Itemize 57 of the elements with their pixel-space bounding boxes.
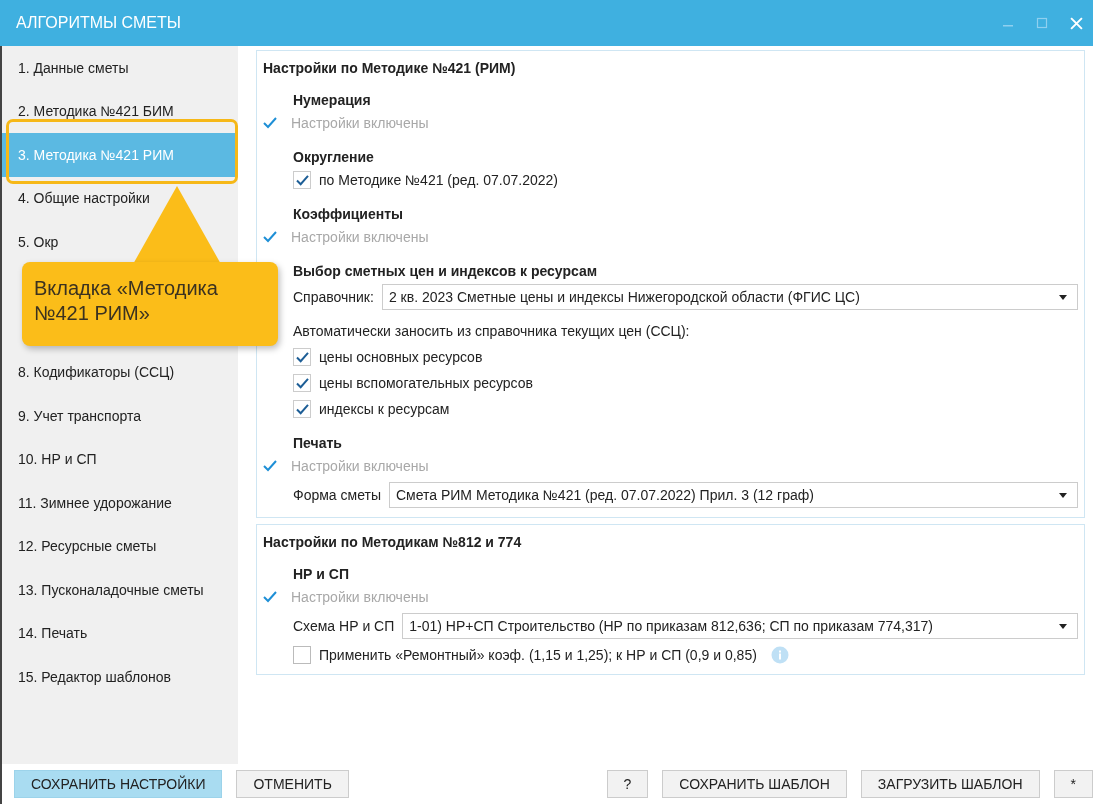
sidebar-item[interactable]: 10. НР и СП	[2, 437, 238, 481]
sidebar-item[interactable]: 1. Данные сметы	[2, 46, 238, 90]
description-text: Автоматически заносить из справочника текущих цен (ССЦ):	[293, 323, 690, 339]
footer-button[interactable]: СОХРАНИТЬ НАСТРОЙКИ	[14, 770, 223, 798]
check-icon	[263, 231, 277, 243]
caret-icon	[1059, 492, 1067, 498]
sidebar-item[interactable]: 15. Редактор шаблонов	[2, 655, 238, 699]
group-heading: Печать	[293, 434, 343, 453]
checkbox[interactable]	[293, 171, 311, 189]
group-heading: Коэффициенты	[293, 205, 405, 224]
sidebar-item[interactable]: 2. Методика №421 БИМ	[2, 89, 238, 133]
checkbox-label: Применить «Ремонтный» коэф. (1,15 и 1,25); к НР и СП (0,9 и 0,85)	[319, 647, 757, 663]
caret-icon	[1059, 623, 1067, 629]
caret-icon	[1059, 294, 1067, 300]
dropdown[interactable]: 1-01) НР+СП Строительство (НР по приказам 812,636; СП по приказам 774,317)	[402, 613, 1078, 639]
dropdown[interactable]: Смета РИМ Методика №421 (ред. 07.07.2022) Прил. 3 (12 граф)	[388, 482, 1078, 508]
close-icon[interactable]	[1070, 16, 1083, 30]
footer-button[interactable]: СОХРАНИТЬ ШАБЛОН	[662, 770, 847, 798]
info-icon[interactable]	[770, 646, 789, 664]
group-heading: Нумерация	[293, 91, 372, 110]
panel-title: Настройки по Методикам №812 и 774	[263, 533, 523, 552]
footer-button[interactable]: ЗАГРУЗИТЬ ШАБЛОН	[860, 770, 1040, 798]
checkbox-label: индексы к ресурсам	[319, 401, 450, 417]
checkbox-label: цены основных ресурсов	[319, 349, 483, 365]
checkbox[interactable]	[293, 646, 311, 664]
checkbox[interactable]	[293, 374, 311, 392]
footer-button[interactable]: *	[1053, 770, 1093, 798]
footer-button[interactable]: ОТМЕНИТЬ	[236, 770, 349, 798]
sidebar-item[interactable]: 8. Кодификаторы (ССЦ)	[2, 350, 238, 394]
field-label: Справочник:	[293, 289, 374, 305]
group-heading: Округление	[293, 148, 375, 167]
panel-title: Настройки по Методике №421 (РИМ)	[263, 59, 517, 78]
maximize-icon[interactable]	[1036, 17, 1048, 29]
group-heading: Выбор сметных цен и индексов к ресурсам	[293, 262, 599, 281]
window-title: АЛГОРИТМЫ СМЕТЫ	[16, 14, 181, 32]
dropdown[interactable]: 2 кв. 2023 Сметные цены и индексы Нижегородской области (ФГИС ЦС)	[381, 284, 1078, 310]
status-text: Настройки включены	[291, 589, 429, 605]
checkbox-label: по Методике №421 (ред. 07.07.2022)	[319, 172, 558, 188]
sidebar-item[interactable]: 11. Зимнее удорожание	[2, 481, 238, 525]
sidebar-item[interactable]: 14. Печать	[2, 611, 238, 655]
sidebar-item[interactable]: 9. Учет транспорта	[2, 394, 238, 438]
sidebar-item[interactable]: 13. Пусконаладочные сметы	[2, 568, 238, 612]
sidebar-item[interactable]: 12. Ресурсные сметы	[2, 524, 238, 568]
status-text: Настройки включены	[291, 458, 429, 474]
field-label: Схема НР и СП	[293, 618, 395, 634]
group-heading: НР и СП	[293, 565, 350, 584]
footer-button[interactable]: ?	[606, 770, 649, 798]
field-label: Форма сметы	[293, 487, 381, 503]
checkbox[interactable]	[293, 348, 311, 366]
check-icon	[263, 591, 277, 603]
checkbox-label: цены вспомогательных ресурсов	[319, 375, 533, 391]
check-icon	[263, 460, 277, 472]
checkbox[interactable]	[293, 400, 311, 418]
status-text: Настройки включены	[291, 115, 429, 131]
sidebar-item[interactable]: 5. Окр	[2, 220, 238, 264]
check-icon	[263, 117, 277, 129]
status-text: Настройки включены	[291, 229, 429, 245]
